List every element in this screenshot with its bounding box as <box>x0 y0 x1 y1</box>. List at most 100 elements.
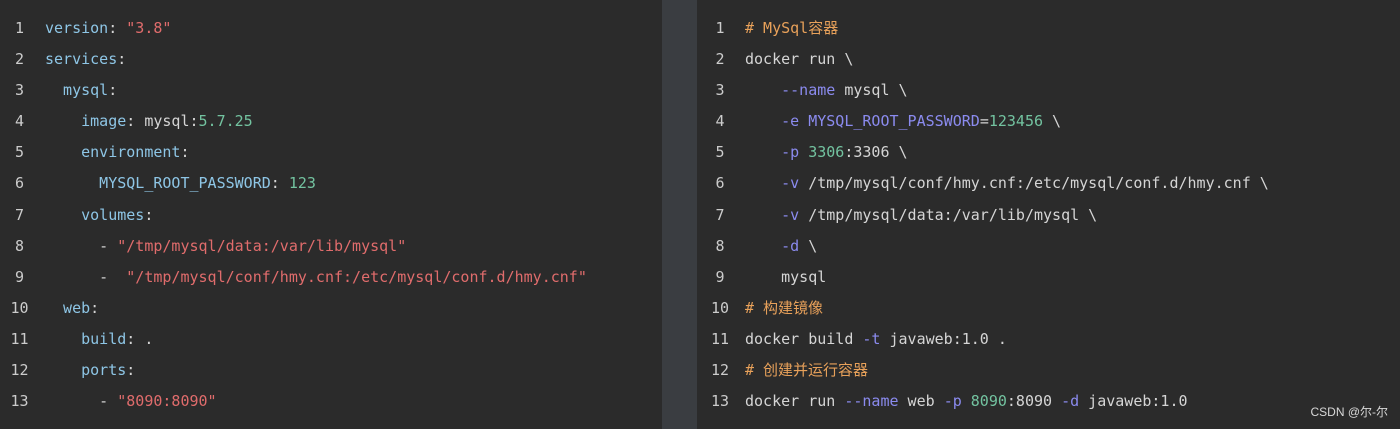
code-text: -p 3306:3306 \ <box>739 137 908 168</box>
line-number: 8 <box>14 236 25 255</box>
code-token: "3.8" <box>126 19 172 37</box>
code-token: = <box>979 112 989 131</box>
code-text: environment: <box>37 137 189 168</box>
code-line: 1 # MySql容器 <box>697 13 1400 44</box>
line-number: 10 <box>710 298 730 317</box>
code-text: services: <box>37 44 126 75</box>
code-line: 4 -e MYSQL_ROOT_PASSWORD=123456 \ <box>697 106 1400 137</box>
code-text: -d \ <box>739 231 817 262</box>
pane-divider <box>662 0 697 429</box>
code-text: ports: <box>37 355 135 386</box>
line-number: 11 <box>10 329 29 348</box>
left-code-lines: 1 version: "3.8" 2 services: 3 mysql: 4 image… <box>0 13 662 417</box>
code-token: mysql \ <box>835 81 908 100</box>
line-number: 3 <box>715 81 725 100</box>
line-number: 12 <box>10 361 29 380</box>
code-token: # MySql容器 <box>745 19 839 37</box>
code-token: environment <box>45 143 181 162</box>
code-token: "/tmp/mysql/conf/hmy.cnf:/etc/mysql/conf… <box>126 267 587 286</box>
code-text: docker run --name web -p 8090:8090 -d ja… <box>739 386 1188 417</box>
line-number: 9 <box>715 267 725 286</box>
code-token: /tmp/mysql/conf/hmy.cnf:/etc/mysql/conf.… <box>799 174 1269 193</box>
code-text: mysql <box>739 262 826 293</box>
code-token: : <box>117 50 127 69</box>
line-number: 2 <box>14 50 25 69</box>
code-token: \ <box>1043 112 1062 131</box>
code-token: version <box>45 19 109 37</box>
code-token: - <box>45 236 118 255</box>
code-token: "8090:8090" <box>117 392 217 411</box>
line-number: 11 <box>710 329 730 348</box>
code-token: MYSQL_ROOT_PASSWORD <box>808 112 980 131</box>
code-token: : <box>108 81 118 100</box>
code-line: 8 - "/tmp/mysql/data:/var/lib/mysql" <box>0 231 662 262</box>
docker-cli-code-block: 1 # MySql容器 2 docker run \ 3 --name mysql \ 4… <box>697 0 1400 429</box>
line-number: 6 <box>14 174 25 193</box>
code-token: -p <box>781 143 800 162</box>
code-token: -d <box>781 236 800 255</box>
code-line: 5 -p 3306:3306 \ <box>697 137 1400 168</box>
line-number: 1 <box>715 19 725 37</box>
code-token: - <box>45 267 127 286</box>
code-token: docker run \ <box>745 50 854 69</box>
code-text: docker run \ <box>739 44 853 75</box>
code-token: services <box>45 50 118 69</box>
code-token: 8090 <box>970 392 1007 411</box>
code-text: docker build -t javaweb:1.0 . <box>739 324 1007 355</box>
code-line: 7 volumes: <box>0 200 662 231</box>
code-line: 12 # 创建并运行容器 <box>697 355 1400 386</box>
code-token: :3306 \ <box>844 143 908 162</box>
code-token: : . <box>126 329 154 348</box>
code-line: 9 mysql <box>697 262 1400 293</box>
line-number: 7 <box>14 205 25 224</box>
code-line: 2 services: <box>0 44 662 75</box>
code-line: 11 build: . <box>0 324 662 355</box>
code-token: : <box>270 174 289 193</box>
code-token: --name <box>781 81 836 100</box>
code-text: # 创建并运行容器 <box>739 355 868 386</box>
line-number: 3 <box>14 81 25 100</box>
code-line: 7 -v /tmp/mysql/data:/var/lib/mysql \ <box>697 200 1400 231</box>
code-token: -d <box>1061 392 1080 411</box>
code-token: 123 <box>288 174 316 193</box>
line-number: 8 <box>715 236 725 255</box>
code-token: -t <box>862 329 881 348</box>
code-token: web <box>898 392 944 411</box>
code-text: web: <box>37 293 99 324</box>
code-text: - "/tmp/mysql/data:/var/lib/mysql" <box>37 231 406 262</box>
code-token: mysql <box>45 81 109 100</box>
code-line: 10 # 构建镜像 <box>697 293 1400 324</box>
code-token: docker build <box>745 329 863 348</box>
code-token: -v <box>781 205 800 224</box>
line-number: 5 <box>715 143 725 162</box>
code-text: image: mysql:5.7.25 <box>37 106 253 137</box>
code-token: -v <box>781 174 800 193</box>
code-text: -v /tmp/mysql/conf/hmy.cnf:/etc/mysql/co… <box>739 168 1269 199</box>
line-number: 13 <box>10 392 29 411</box>
code-token: : <box>126 361 136 380</box>
code-line: 3 mysql: <box>0 75 662 106</box>
code-token: web <box>45 298 91 317</box>
code-line: 13 docker run --name web -p 8090:8090 -d … <box>697 386 1400 417</box>
code-text: --name mysql \ <box>739 75 908 106</box>
code-token: build <box>45 329 127 348</box>
code-token: 5.7.25 <box>198 112 253 131</box>
code-line: 3 --name mysql \ <box>697 75 1400 106</box>
code-text: # MySql容器 <box>739 13 838 44</box>
docker-compose-code-block: 1 version: "3.8" 2 services: 3 mysql: 4 image… <box>0 0 662 429</box>
code-line: 10 web: <box>0 293 662 324</box>
code-text: build: . <box>37 324 153 355</box>
code-token: 3306 <box>808 143 845 162</box>
code-text: - "8090:8090" <box>37 386 217 417</box>
code-token: \ <box>799 236 818 255</box>
code-token: docker run <box>745 392 845 411</box>
code-token: # 创建并运行容器 <box>745 361 869 380</box>
line-number: 12 <box>710 361 730 380</box>
code-text: MYSQL_ROOT_PASSWORD: 123 <box>37 168 316 199</box>
